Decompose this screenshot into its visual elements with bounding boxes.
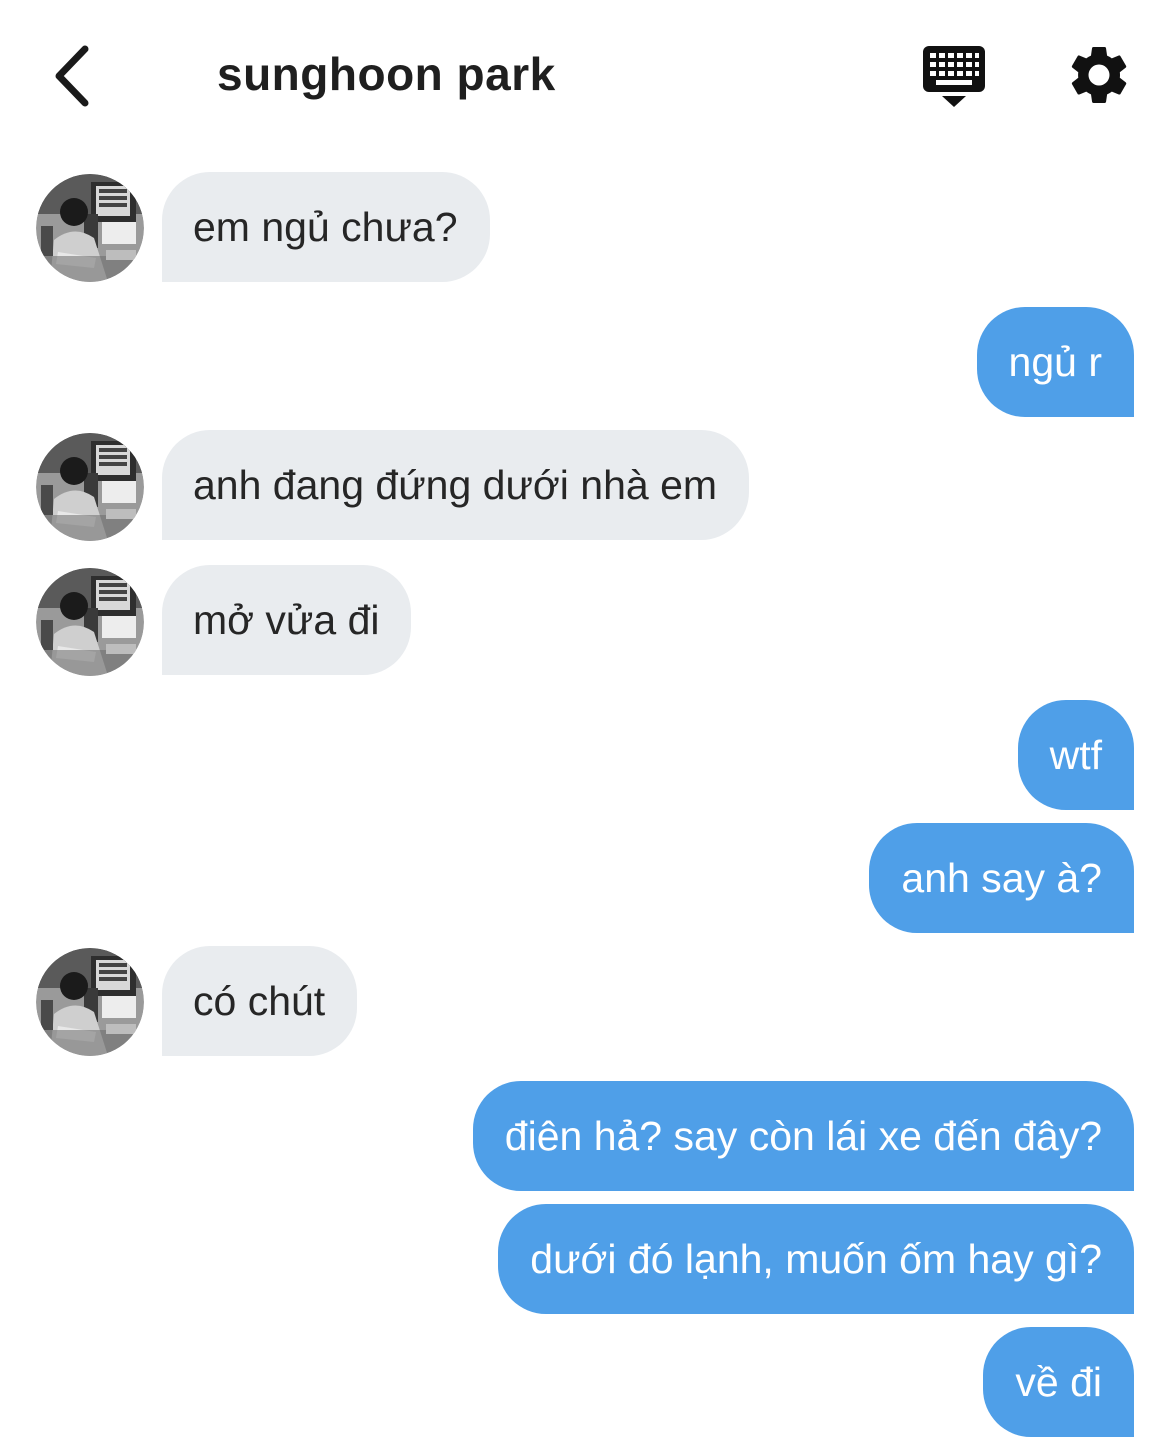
outgoing-message-bubble[interactable]: anh say à? [869,823,1134,933]
profile-photo [36,568,144,676]
settings-button[interactable] [1064,40,1134,110]
outgoing-message-bubble[interactable]: về đi [983,1327,1134,1437]
incoming-message-bubble[interactable]: em ngủ chưa? [162,172,490,282]
outgoing-message-bubble[interactable]: ngủ r [976,307,1134,417]
gear-icon [1071,46,1127,103]
chevron-left-icon [55,45,89,107]
outgoing-message-bubble[interactable]: dưới đó lạnh, muốn ốm hay gì? [498,1204,1134,1314]
profile-photo [36,433,144,541]
avatar[interactable] [36,433,144,541]
incoming-message-bubble[interactable]: mở vửa đi [162,565,412,675]
avatar[interactable] [36,568,144,676]
keyboard-button[interactable] [918,42,990,110]
avatar[interactable] [36,174,144,282]
contact-name: sunghoon park [217,48,556,100]
incoming-message-bubble[interactable]: có chút [162,946,358,1056]
profile-photo [36,174,144,282]
profile-photo [36,948,144,1056]
keyboard-icon [923,46,985,107]
back-button[interactable] [36,38,106,114]
incoming-message-bubble[interactable]: anh đang đứng dưới nhà em [162,430,750,540]
outgoing-message-bubble[interactable]: wtf [1017,700,1134,810]
avatar[interactable] [36,948,144,1056]
outgoing-message-bubble[interactable]: điên hả? say còn lái xe đến đây? [472,1081,1134,1191]
chat-header: sunghoon park [0,0,1170,150]
